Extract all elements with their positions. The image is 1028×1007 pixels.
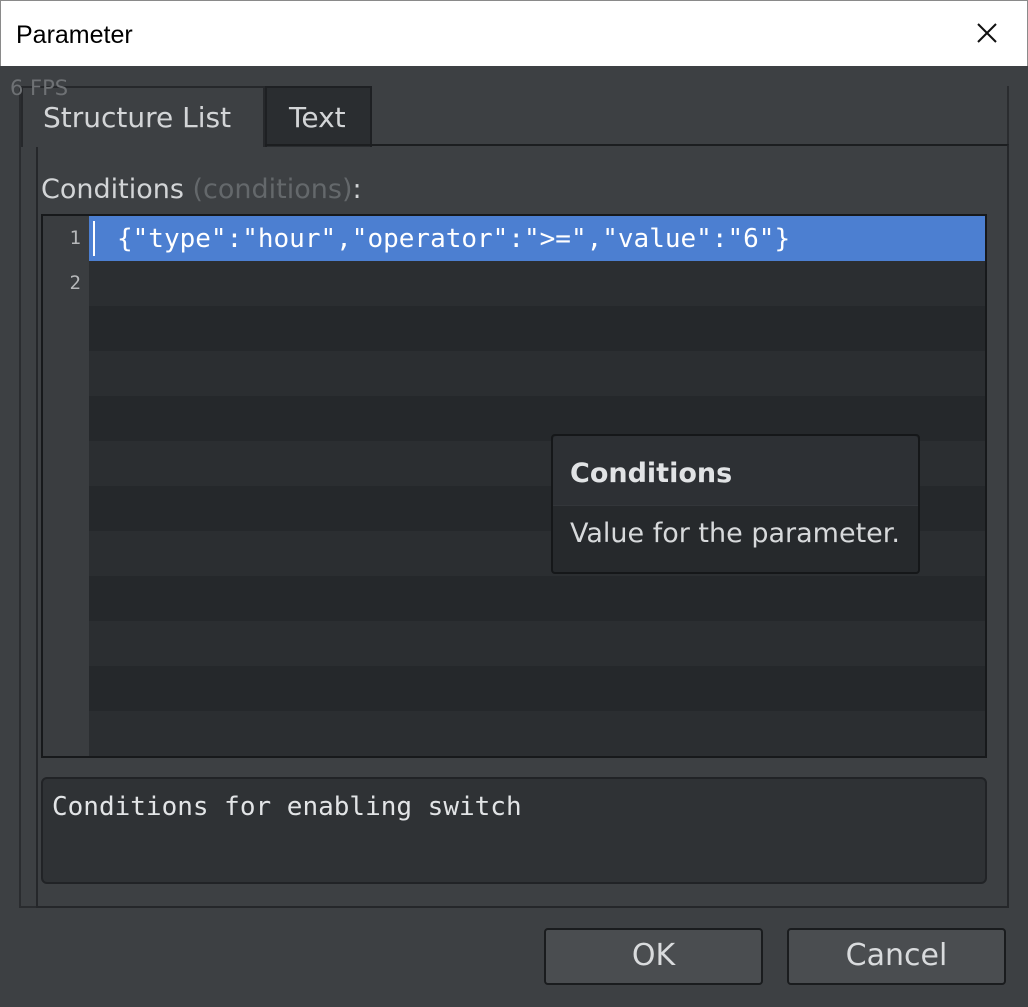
editor-empty-row bbox=[89, 621, 985, 666]
window-title: Parameter bbox=[16, 21, 133, 49]
tab-text[interactable]: Text bbox=[265, 86, 372, 147]
field-colon: : bbox=[352, 174, 362, 205]
tooltip-body: Value for the parameter. bbox=[570, 518, 900, 549]
cancel-button[interactable]: Cancel bbox=[787, 928, 1006, 985]
tooltip: Conditions Value for the parameter. bbox=[551, 434, 920, 574]
line-number-gutter: 1 2 bbox=[43, 216, 89, 756]
text-caret bbox=[93, 221, 95, 256]
ok-button[interactable]: OK bbox=[544, 928, 763, 985]
editor-empty-row bbox=[89, 711, 985, 756]
editor-line-selected[interactable]: {"type":"hour","operator":">=","value":"… bbox=[89, 216, 985, 261]
editor-line[interactable] bbox=[89, 261, 985, 306]
line-number: 2 bbox=[69, 272, 81, 294]
line-number: 1 bbox=[69, 227, 81, 249]
field-key: conditions bbox=[203, 174, 342, 205]
tooltip-title: Conditions bbox=[570, 458, 733, 489]
code-text: {"type":"hour","operator":">=","value":"… bbox=[117, 224, 791, 254]
field-name: Conditions bbox=[41, 174, 184, 205]
field-label: Conditions (conditions): bbox=[41, 174, 362, 205]
description-text: Conditions for enabling switch bbox=[52, 792, 522, 822]
description-box: Conditions for enabling switch bbox=[41, 777, 987, 884]
editor-empty-row bbox=[89, 576, 985, 621]
fps-overlay: 6 FPS bbox=[10, 76, 69, 100]
field-key-close: ) bbox=[341, 174, 353, 205]
editor-empty-row bbox=[89, 306, 985, 351]
field-key-open: ( bbox=[183, 174, 204, 205]
title-bar: Parameter bbox=[0, 0, 1028, 66]
editor-empty-row bbox=[89, 666, 985, 711]
close-icon[interactable] bbox=[969, 15, 1005, 51]
editor-empty-row bbox=[89, 351, 985, 396]
